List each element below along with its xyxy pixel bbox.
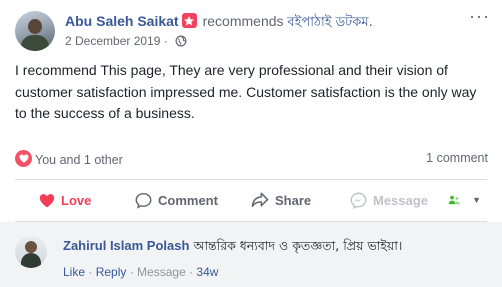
messenger-icon bbox=[350, 192, 367, 209]
chevron-down-icon: ▼ bbox=[472, 195, 481, 205]
post-card: Abu Saleh Saikat recommends বইপাঠাই ডটকম.… bbox=[0, 0, 502, 287]
author-name[interactable]: Abu Saleh Saikat bbox=[65, 13, 179, 29]
love-button[interactable]: Love bbox=[39, 188, 91, 212]
author-avatar[interactable] bbox=[15, 11, 55, 51]
post-header: Abu Saleh Saikat recommends বইপাঠাই ডটকম. bbox=[65, 13, 373, 34]
share-icon bbox=[251, 192, 269, 207]
comment-button[interactable]: Comment bbox=[135, 188, 218, 212]
separator: · bbox=[126, 265, 138, 279]
comment-message-button[interactable]: Message bbox=[137, 265, 186, 279]
reaction-audience-selector[interactable]: ▼ bbox=[448, 188, 481, 212]
message-button[interactable]: Message bbox=[350, 188, 428, 212]
commenter-name[interactable]: Zahirul Islam Polash bbox=[63, 238, 189, 253]
comment-timestamp[interactable]: 34w bbox=[196, 265, 218, 279]
recommends-text: recommends bbox=[202, 13, 284, 29]
share-label: Share bbox=[275, 192, 312, 208]
post-date[interactable]: 2 December 2019 bbox=[65, 34, 160, 48]
commenter-avatar[interactable] bbox=[15, 236, 47, 268]
reaction-summary[interactable]: You and 1 other bbox=[15, 150, 123, 167]
separator: · bbox=[185, 265, 197, 279]
love-reaction-icon bbox=[15, 150, 32, 167]
comment-reply-button[interactable]: Reply bbox=[96, 265, 127, 279]
heart-icon bbox=[39, 193, 55, 207]
audience-icon bbox=[448, 195, 461, 205]
comment-text: আন্তরিক ধন্যবাদ ও কৃতজ্ঞতা, প্রিয় ভাইয়… bbox=[193, 238, 403, 253]
comment-count-link[interactable]: 1 comment bbox=[426, 151, 488, 165]
comment-icon bbox=[135, 192, 152, 209]
post-meta: 2 December 2019 · bbox=[65, 34, 187, 50]
page-name-link[interactable]: বইপাঠাই ডটকম. bbox=[287, 15, 372, 30]
comment-bubble: Zahirul Islam Polash আন্তরিক ধন্যবাদ ও কৃ… bbox=[56, 233, 413, 261]
share-button[interactable]: Share bbox=[251, 188, 311, 212]
recommendation-star-icon bbox=[181, 13, 197, 28]
divider bbox=[15, 179, 487, 180]
globe-icon[interactable] bbox=[175, 35, 187, 50]
separator: · bbox=[85, 265, 96, 279]
comment-actions: Like · Reply · Message · 34w bbox=[63, 265, 218, 279]
meta-separator: · bbox=[160, 34, 172, 48]
post-body: I recommend This page, They are very pro… bbox=[15, 62, 477, 121]
action-bar: Love Comment Share Message ▼ bbox=[15, 188, 495, 212]
comment-label: Comment bbox=[158, 192, 218, 208]
comment-like-button[interactable]: Like bbox=[63, 265, 85, 279]
more-options-icon[interactable]: ··· bbox=[469, 6, 490, 27]
message-label: Message bbox=[373, 192, 428, 208]
reaction-summary-text: You and 1 other bbox=[35, 153, 123, 167]
comments-section: Zahirul Islam Polash আন্তরিক ধন্যবাদ ও কৃ… bbox=[0, 222, 502, 287]
love-label: Love bbox=[61, 192, 92, 208]
